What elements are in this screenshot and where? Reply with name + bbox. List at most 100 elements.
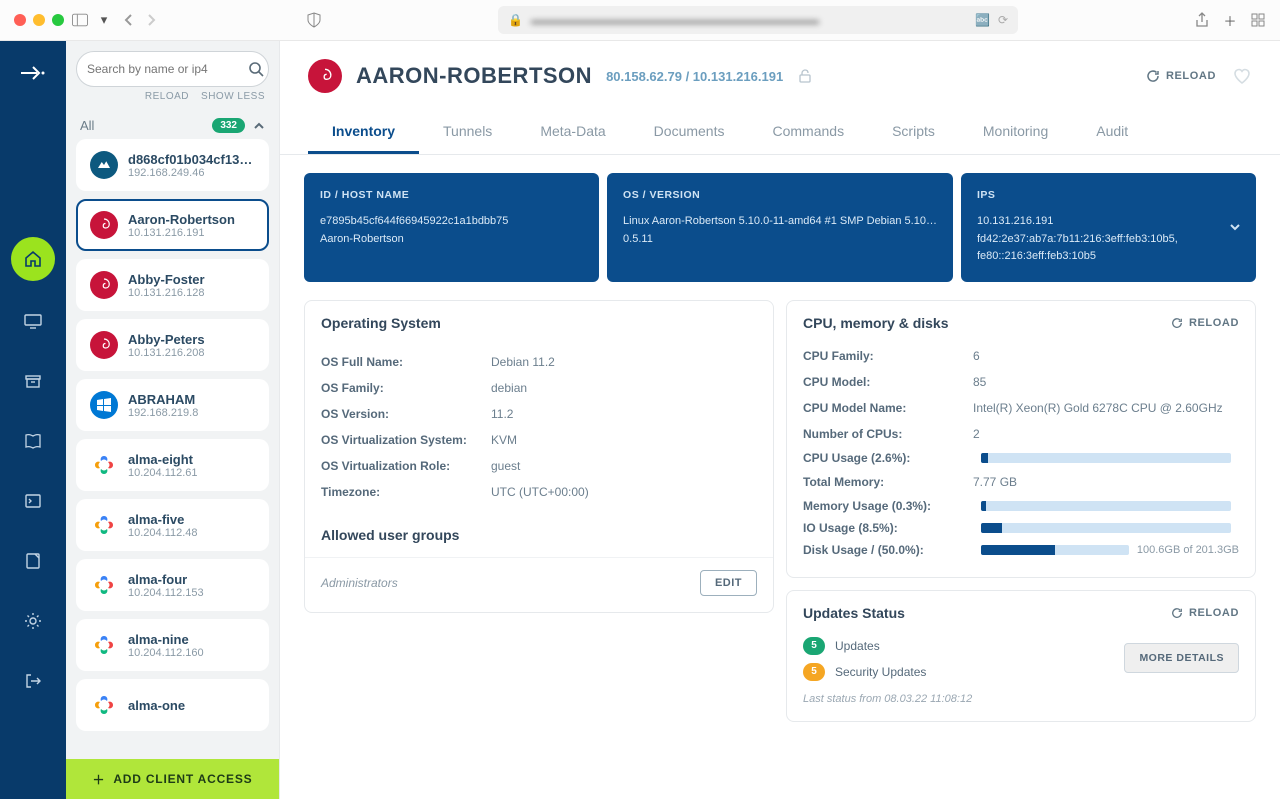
nav-logout[interactable] — [13, 661, 53, 701]
new-tab-icon[interactable]: ＋ — [1222, 12, 1238, 28]
sidebar-showless-link[interactable]: SHOW LESS — [201, 91, 265, 102]
tab-documents[interactable]: Documents — [630, 111, 749, 154]
chevron-up-icon[interactable] — [253, 120, 265, 132]
client-item[interactable]: Abby-Peters10.131.216.208 — [76, 319, 269, 371]
metric-key: Disk Usage / (50.0%): — [803, 543, 973, 557]
kv-value: Debian 11.2 — [491, 355, 555, 369]
cpu-reload-label: RELOAD — [1189, 317, 1239, 329]
tabs-overview-icon[interactable] — [1250, 12, 1266, 28]
cpu-memory-disks-card: CPU, memory & disks RELOAD CPU Family:6C… — [786, 300, 1256, 578]
chevron-down-icon[interactable] — [1228, 220, 1242, 234]
search-box[interactable] — [76, 51, 269, 87]
metric-key: IO Usage (8.5%): — [803, 521, 973, 535]
client-name: alma-eight — [128, 452, 198, 467]
back-icon[interactable] — [120, 12, 136, 28]
nav-home[interactable] — [11, 237, 55, 281]
tab-monitoring[interactable]: Monitoring — [959, 111, 1072, 154]
header-os-icon — [308, 59, 342, 93]
share-icon[interactable] — [1194, 12, 1210, 28]
shield-icon[interactable] — [306, 12, 322, 28]
nav-desktop[interactable] — [13, 301, 53, 341]
kv-value: 85 — [973, 375, 986, 389]
kv-key: OS Virtualization System: — [321, 433, 491, 447]
tab-tunnels[interactable]: Tunnels — [419, 111, 516, 154]
page-title: AARON-ROBERTSON — [356, 63, 592, 89]
allowed-groups-title: Allowed user groups — [321, 527, 459, 543]
tab-audit[interactable]: Audit — [1072, 111, 1152, 154]
client-item[interactable]: alma-one — [76, 679, 269, 731]
add-client-button[interactable]: ＋ ADD CLIENT ACCESS — [66, 759, 279, 799]
client-item[interactable]: alma-five10.204.112.48 — [76, 499, 269, 551]
url-bar[interactable]: 🔒 ▬▬▬▬▬▬▬▬▬▬▬▬▬▬▬▬▬▬▬▬▬▬▬▬ 🔤 ⟳ — [498, 6, 1018, 34]
tab-inventory[interactable]: Inventory — [308, 111, 419, 154]
tabs: InventoryTunnelsMeta-DataDocumentsComman… — [280, 111, 1280, 155]
card-ips[interactable]: IPS 10.131.216.191 fd42:2e37:ab7a:7b11:2… — [961, 173, 1256, 282]
more-details-button[interactable]: MORE DETAILS — [1124, 643, 1239, 673]
nav-settings[interactable] — [13, 601, 53, 641]
alma-icon — [90, 631, 118, 659]
tab-meta-data[interactable]: Meta-Data — [516, 111, 629, 154]
nav-terminal[interactable] — [13, 481, 53, 521]
debian-icon — [90, 211, 118, 239]
client-item[interactable]: alma-eight10.204.112.61 — [76, 439, 269, 491]
translate-icon[interactable]: 🔤 — [975, 13, 990, 27]
maximize-window-dot[interactable] — [52, 14, 64, 26]
debian-icon — [90, 271, 118, 299]
client-item[interactable]: alma-nine10.204.112.160 — [76, 619, 269, 671]
client-name: alma-five — [128, 512, 198, 527]
close-window-dot[interactable] — [14, 14, 26, 26]
updates-label: Updates — [835, 639, 880, 653]
client-name: Aaron-Robertson — [128, 212, 235, 227]
client-item[interactable]: ABRAHAM192.168.219.8 — [76, 379, 269, 431]
kv-value: guest — [491, 459, 520, 473]
metric-key: CPU Usage (2.6%): — [803, 451, 973, 465]
kv-key: OS Family: — [321, 381, 491, 395]
card-ips-line1: 10.131.216.191 — [977, 213, 1240, 231]
tab-commands[interactable]: Commands — [748, 111, 868, 154]
tab-scripts[interactable]: Scripts — [868, 111, 959, 154]
minimize-window-dot[interactable] — [33, 14, 45, 26]
traffic-lights — [14, 14, 64, 26]
edit-button[interactable]: EDIT — [700, 570, 757, 596]
header-ips: 80.158.62.79 / 10.131.216.191 — [606, 69, 783, 84]
operating-system-card: Operating System OS Full Name:Debian 11.… — [304, 300, 774, 613]
nav-archive[interactable] — [13, 361, 53, 401]
kv-value: 11.2 — [491, 407, 513, 421]
updates-card-title: Updates Status — [803, 605, 905, 621]
nav-book[interactable] — [13, 421, 53, 461]
kv-value: debian — [491, 381, 527, 395]
kv-value: 2 — [973, 427, 980, 441]
sidebar-toggle-icon[interactable] — [72, 12, 88, 28]
main-content: AARON-ROBERTSON 80.158.62.79 / 10.131.21… — [280, 41, 1280, 799]
kv-key: OS Version: — [321, 407, 491, 421]
card-id-line1: e7895b45cf644f66945922c1a1bdbb75 — [320, 213, 583, 231]
header-reload-button[interactable]: RELOAD — [1146, 69, 1216, 83]
nav-notes[interactable] — [13, 541, 53, 581]
client-item[interactable]: Aaron-Robertson10.131.216.191 — [76, 199, 269, 251]
client-name: alma-nine — [128, 632, 204, 647]
kv-value: 6 — [973, 349, 980, 363]
search-icon[interactable] — [248, 61, 264, 77]
kv-key: OS Virtualization Role: — [321, 459, 491, 473]
forward-icon[interactable] — [144, 12, 160, 28]
refresh-icon[interactable]: ⟳ — [998, 13, 1008, 27]
client-item[interactable]: alma-four10.204.112.153 — [76, 559, 269, 611]
client-item[interactable]: d868cf01b034cf132f…192.168.249.46 — [76, 139, 269, 191]
updates-status-text: Last status from 08.03.22 11:08:12 — [803, 693, 1239, 705]
updates-reload-label: RELOAD — [1189, 607, 1239, 619]
kv-key: Number of CPUs: — [803, 427, 973, 441]
os-card-title: Operating System — [321, 315, 441, 331]
card-ips-title: IPS — [977, 189, 1240, 201]
alma-icon — [90, 691, 118, 719]
reload-icon — [1171, 607, 1183, 619]
heart-icon[interactable] — [1232, 66, 1252, 86]
alpine-icon — [90, 151, 118, 179]
cpu-reload-button[interactable]: RELOAD — [1171, 317, 1239, 329]
updates-reload-button[interactable]: RELOAD — [1171, 607, 1239, 619]
sidebar-reload-link[interactable]: RELOAD — [145, 91, 189, 102]
nav-rail — [0, 41, 66, 799]
search-input[interactable] — [87, 62, 242, 76]
chevron-down-icon[interactable]: ▾ — [96, 12, 112, 28]
client-item[interactable]: Abby-Foster10.131.216.128 — [76, 259, 269, 311]
card-os-version: OS / VERSION Linux Aaron-Robertson 5.10.… — [607, 173, 953, 282]
